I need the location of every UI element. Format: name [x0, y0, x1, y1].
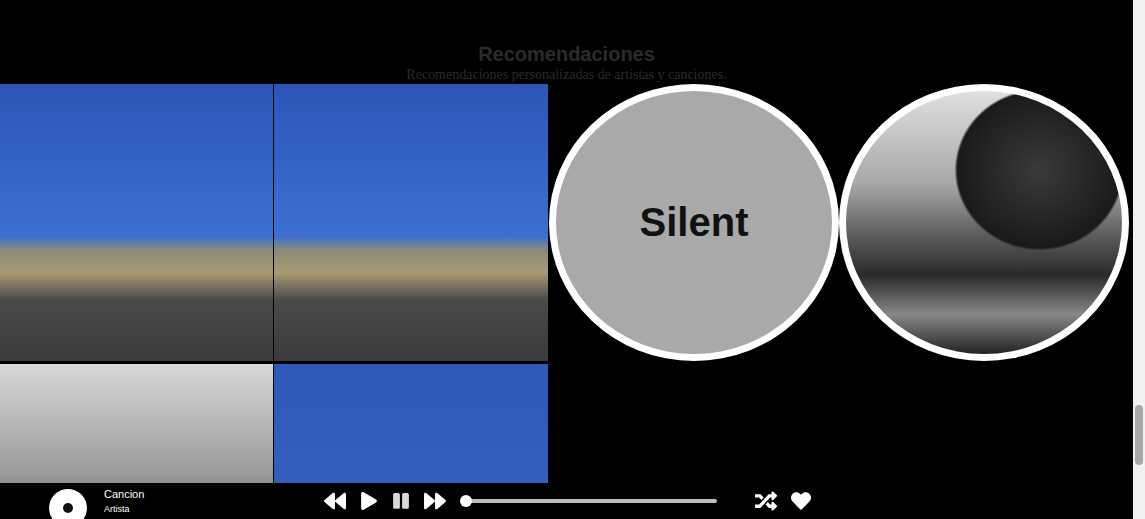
- scrollbar-thumb[interactable]: [1135, 405, 1143, 465]
- player-controls: [324, 490, 811, 512]
- content: RecomendacionesRecomendaciones personali…: [0, 0, 1133, 519]
- song-tile[interactable]: [274, 84, 549, 361]
- rewind-button[interactable]: [324, 490, 346, 512]
- artist-circle[interactable]: [839, 84, 1129, 361]
- scrollbar[interactable]: [1133, 0, 1145, 519]
- play-icon: [360, 492, 378, 510]
- shuffle-icon: [755, 490, 777, 512]
- forward-icon: [424, 490, 446, 512]
- forward-button[interactable]: [424, 490, 446, 512]
- pause-button[interactable]: [392, 492, 410, 510]
- song-tile[interactable]: [0, 84, 274, 361]
- shuffle-button[interactable]: [755, 490, 777, 512]
- pause-icon: [392, 492, 410, 510]
- artist-circle[interactable]: Silent: [549, 84, 839, 361]
- artist-label: Silent: [640, 200, 749, 245]
- section-header: RecomendacionesRecomendaciones personali…: [0, 0, 1133, 84]
- progress-knob[interactable]: [460, 495, 472, 507]
- disc-icon: [49, 489, 87, 519]
- song-info: Cancion Artista: [104, 487, 304, 515]
- song-artist: Artista: [104, 503, 304, 515]
- rewind-icon: [324, 490, 346, 512]
- like-button[interactable]: [791, 491, 811, 511]
- recommendations-row: Silent: [0, 84, 1133, 519]
- song-title: Cancion: [104, 487, 304, 501]
- player-bar: Cancion Artista: [0, 483, 1133, 519]
- section-title: Recomendaciones: [478, 42, 655, 66]
- page: RecomendacionesRecomendaciones personali…: [0, 0, 1145, 519]
- play-button[interactable]: [360, 492, 378, 510]
- heart-icon: [791, 491, 811, 511]
- tile-grid: [0, 84, 549, 519]
- progress-slider[interactable]: [466, 499, 717, 503]
- section-subtitle: Recomendaciones personalizadas de artist…: [406, 66, 726, 84]
